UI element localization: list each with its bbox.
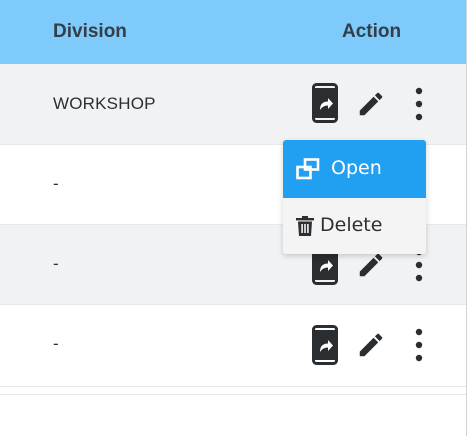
menu-item-open-label: Open [331, 157, 382, 179]
menu-item-delete[interactable]: Delete [283, 198, 426, 254]
open-in-new-window-icon [296, 158, 320, 180]
division-cell: - [53, 174, 59, 193]
table-row[interactable]: - [0, 305, 466, 387]
column-header-action: Action [342, 21, 402, 42]
division-cell: - [53, 334, 59, 353]
table-header: Division Action [0, 0, 466, 64]
row-context-menu: Open Delete [283, 140, 426, 254]
phone-forward-icon[interactable] [312, 325, 338, 365]
menu-item-open[interactable]: Open [283, 140, 426, 198]
phone-forward-icon[interactable] [312, 83, 338, 123]
division-cell: - [53, 254, 59, 273]
trash-icon [296, 216, 314, 236]
pencil-icon[interactable] [356, 250, 386, 280]
more-vertical-icon[interactable] [410, 87, 428, 121]
pencil-icon[interactable] [356, 89, 386, 119]
data-table: Division Action WORKSHOP - - - Open Dele… [0, 0, 474, 436]
pencil-icon[interactable] [356, 330, 386, 360]
more-vertical-icon[interactable] [410, 328, 428, 362]
column-header-division[interactable]: Division [53, 21, 127, 43]
division-cell: WORKSHOP [53, 94, 156, 113]
table-row[interactable]: WORKSHOP [0, 64, 466, 145]
table-footer-space [0, 387, 466, 436]
menu-item-delete-label: Delete [320, 214, 383, 236]
scroll-edge [466, 0, 474, 436]
